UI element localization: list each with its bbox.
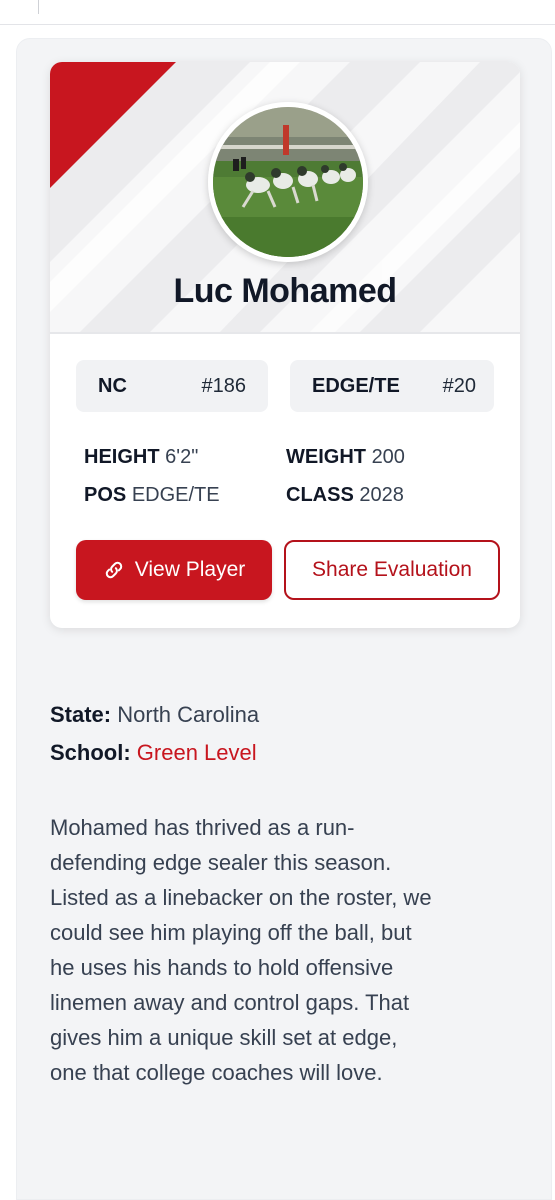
weight-stat: WEIGHT 200 (286, 446, 405, 469)
class-stat: CLASS 2028 (286, 484, 404, 507)
pos-value: EDGE/TE (131, 484, 220, 506)
bio-line: defending edge sealer this season. (50, 850, 392, 875)
link-icon (105, 561, 122, 579)
avatar (208, 102, 368, 262)
position-rank-chip: EDGE/TE #20 (290, 360, 494, 412)
height-value: 6'2" (165, 446, 199, 468)
bio-line: could see him playing off the ball, but (50, 920, 412, 945)
view-player-label: View Player (134, 558, 246, 581)
state-value: North Carolina (117, 702, 260, 727)
class-value: 2028 (359, 484, 404, 506)
bio-line: gives him a unique skill set at edge, (50, 1025, 398, 1050)
bio-line: Listed as a linebacker on the roster, we (50, 885, 432, 910)
height-label: HEIGHT (84, 446, 160, 468)
class-label: CLASS (286, 484, 354, 506)
player-photo (213, 107, 363, 257)
weight-label: WEIGHT (286, 446, 366, 468)
divider (38, 0, 39, 14)
bio-line: he uses his hands to hold offensive (50, 955, 394, 980)
player-name: Luc Mohamed (173, 272, 397, 310)
pos-label: POS (84, 484, 127, 506)
state-label: State: (50, 702, 112, 727)
view-player-button[interactable]: View Player (76, 540, 272, 600)
school-label: School: (50, 740, 131, 765)
height-stat: HEIGHT 6'2" (84, 446, 198, 469)
evaluation-text: Mohamed has thrived as a run- defending … (50, 810, 520, 1090)
state-line: State: North Carolina (50, 702, 259, 728)
bio-line: one that college coaches will love. (50, 1060, 383, 1085)
state-chip-rank: #186 (201, 374, 247, 397)
top-strip (0, 0, 555, 25)
weight-value: 200 (371, 446, 405, 468)
bio-line: Mohamed has thrived as a run- (50, 815, 355, 840)
share-evaluation-label: Share Evaluation (312, 558, 472, 581)
position-chip-label: EDGE/TE (312, 374, 400, 397)
share-evaluation-button[interactable]: Share Evaluation (284, 540, 500, 600)
player-card-header: Luc Mohamed (50, 62, 520, 334)
corner-flag (50, 62, 176, 188)
school-link[interactable]: Green Level (137, 740, 257, 765)
school-line: School: Green Level (50, 740, 257, 766)
state-chip-label: NC (98, 374, 127, 397)
player-card: Luc Mohamed NC #186 EDGE/TE #20 HEIGHT 6… (50, 62, 520, 628)
position-chip-rank: #20 (442, 374, 476, 397)
position-stat: POS EDGE/TE (84, 484, 220, 507)
bio-line: linemen away and control gaps. That (50, 990, 410, 1015)
state-rank-chip: NC #186 (76, 360, 268, 412)
